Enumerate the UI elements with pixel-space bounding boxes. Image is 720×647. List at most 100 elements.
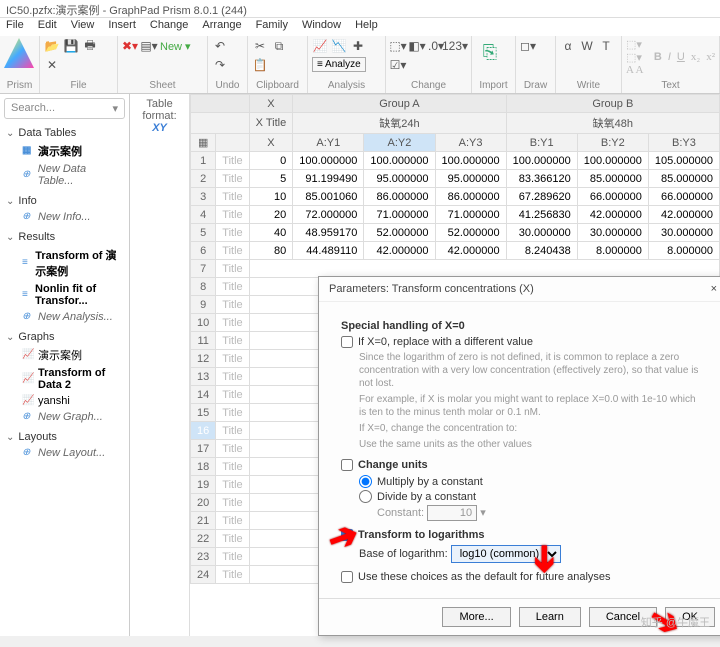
change4-icon[interactable]: 123▾ xyxy=(447,38,463,54)
sheet-icon[interactable]: ▤▾ xyxy=(141,38,157,54)
cb-default[interactable]: Use these choices as the default for fut… xyxy=(341,571,705,583)
base-label: Base of logarithm: xyxy=(359,548,448,560)
print-icon[interactable]: 🖶 xyxy=(82,38,98,54)
text-format-bar: ⬚▾ ⬚▾ A A B I U x₂ x² xyxy=(626,38,715,76)
chart3-icon[interactable]: ✚ xyxy=(350,38,366,54)
learn-button[interactable]: Learn xyxy=(519,607,581,627)
cb-transform-log[interactable]: Transform to logarithms xyxy=(341,529,705,541)
prism-logo-icon[interactable] xyxy=(4,38,34,68)
nav-new-analysis[interactable]: ⊕New Analysis... xyxy=(0,309,129,325)
paste-icon[interactable]: 📋 xyxy=(252,57,268,73)
col-by2[interactable]: B:Y2 xyxy=(577,134,648,152)
draw-icon[interactable]: ◻▾ xyxy=(520,38,536,54)
underline-button[interactable]: U xyxy=(677,51,685,63)
base-select[interactable]: log10 (common) xyxy=(451,545,561,563)
redo-icon[interactable]: ↷ xyxy=(212,57,228,73)
table-row[interactable]: 2Title591.19949095.00000095.00000083.366… xyxy=(191,170,720,188)
undo-icon[interactable]: ↶ xyxy=(212,38,228,54)
radio-divide[interactable]: Divide by a constant xyxy=(359,490,705,503)
write-alpha-icon[interactable]: α xyxy=(560,38,576,54)
nav-item-demo[interactable]: ▦演示案例 xyxy=(0,141,129,161)
col-ay1[interactable]: A:Y1 xyxy=(293,134,364,152)
cb-replace-x0[interactable]: If X=0, replace with a different value xyxy=(341,336,705,348)
table-row[interactable]: 6Title8044.48911042.00000042.0000008.240… xyxy=(191,242,720,260)
dialog-close-icon[interactable]: × xyxy=(711,283,717,295)
ribbon-label-change: Change xyxy=(390,80,467,91)
delete-sheet-icon[interactable]: ✖▾ xyxy=(122,38,138,54)
table-row[interactable]: 5Title4048.95917052.00000052.00000030.00… xyxy=(191,224,720,242)
menu-help[interactable]: Help xyxy=(355,19,378,35)
nav-item-nonlin[interactable]: ≡Nonlin fit of Transfor... xyxy=(0,281,129,309)
font-select[interactable]: ⬚▾ ⬚▾ A A xyxy=(626,38,648,76)
ribbon-label-file: File xyxy=(44,80,113,91)
menu-family[interactable]: Family xyxy=(256,19,288,35)
col-x[interactable]: X xyxy=(249,95,293,113)
search-dropdown-icon[interactable]: ▾ xyxy=(113,102,119,115)
write-t-icon[interactable]: T xyxy=(598,38,614,54)
nav-info[interactable]: Info xyxy=(0,193,129,209)
col-by3[interactable]: B:Y3 xyxy=(648,134,719,152)
sup-button[interactable]: x² xyxy=(706,51,715,63)
menu-change[interactable]: Change xyxy=(150,19,189,35)
nav-new-layout[interactable]: ⊕New Layout... xyxy=(0,445,129,461)
nav-results[interactable]: Results xyxy=(0,229,129,245)
menu-edit[interactable]: Edit xyxy=(38,19,57,35)
nav-item-transform[interactable]: ≡Transform of 演示案例 xyxy=(0,245,129,281)
corner-icon[interactable]: ▦ xyxy=(191,134,216,152)
table-row[interactable]: 3Title1085.00106086.00000086.00000067.28… xyxy=(191,188,720,206)
close-file-icon[interactable]: ✕ xyxy=(44,57,60,73)
nav-graphs[interactable]: Graphs xyxy=(0,329,129,345)
nav-new-info[interactable]: ⊕New Info... xyxy=(0,209,129,225)
search-input[interactable]: Search...▾ xyxy=(4,98,125,119)
change2-icon[interactable]: ◧▾ xyxy=(409,38,425,54)
write-w-icon[interactable]: W xyxy=(579,38,595,54)
table-format-label: Table format: xyxy=(134,98,185,122)
cut-icon[interactable]: ✂ xyxy=(252,38,268,54)
nav-graph-demo[interactable]: 📈演示案例 xyxy=(0,345,129,365)
col-group-b[interactable]: Group B xyxy=(506,95,719,113)
import-icon[interactable]: ⎘ xyxy=(476,38,504,66)
menu-file[interactable]: File xyxy=(6,19,24,35)
subtitle-b[interactable]: 缺氧48h xyxy=(506,113,719,134)
bold-button[interactable]: B xyxy=(654,51,662,63)
menu-arrange[interactable]: Arrange xyxy=(202,19,241,35)
change1-icon[interactable]: ⬚▾ xyxy=(390,38,406,54)
nav-data-tables[interactable]: Data Tables xyxy=(0,125,129,141)
col-x2[interactable]: X xyxy=(249,134,293,152)
new-sheet-button[interactable]: New ▾ xyxy=(160,40,191,53)
nav-layouts[interactable]: Layouts xyxy=(0,429,129,445)
change5-icon[interactable]: ☑▾ xyxy=(390,57,406,73)
chart2-icon[interactable]: 📉 xyxy=(331,38,347,54)
sub-button[interactable]: x₂ xyxy=(691,51,700,63)
table-row[interactable]: 1Title0100.000000100.000000100.000000100… xyxy=(191,152,720,170)
subtitle-a[interactable]: 缺氧24h xyxy=(293,113,506,134)
transform-dialog: Parameters: Transform concentrations (X)… xyxy=(318,276,720,636)
nav-new-data-table[interactable]: ⊕New Data Table... xyxy=(0,161,129,189)
open-icon[interactable]: 📂 xyxy=(44,38,60,54)
nav-graph-transform[interactable]: 📈Transform of Data 2 xyxy=(0,365,129,393)
table-row[interactable]: 7Title xyxy=(191,260,720,278)
menu-view[interactable]: View xyxy=(71,19,95,35)
chart1-icon[interactable]: 📈 xyxy=(312,38,328,54)
col-ay2[interactable]: A:Y2 xyxy=(364,134,435,152)
x-title[interactable]: X Title xyxy=(249,113,293,134)
more-button[interactable]: More... xyxy=(442,607,510,627)
nav-graph-yanshi[interactable]: 📈yanshi xyxy=(0,393,129,409)
col-group-a[interactable]: Group A xyxy=(293,95,506,113)
cb-change-units[interactable]: Change units xyxy=(341,459,705,471)
analyze-button[interactable]: ≡ Analyze xyxy=(312,57,366,72)
hint1: Since the logarithm of zero is not defin… xyxy=(359,351,705,390)
col-by1[interactable]: B:Y1 xyxy=(506,134,577,152)
save-icon[interactable]: 💾 xyxy=(63,38,79,54)
menu-insert[interactable]: Insert xyxy=(108,19,136,35)
table-row[interactable]: 4Title2072.00000071.00000071.00000041.25… xyxy=(191,206,720,224)
menu-window[interactable]: Window xyxy=(302,19,341,35)
italic-button[interactable]: I xyxy=(668,51,671,63)
nav-new-graph[interactable]: ⊕New Graph... xyxy=(0,409,129,425)
table-icon: ▦ xyxy=(22,145,34,157)
copy-icon[interactable]: ⧉ xyxy=(271,38,287,54)
constant-input[interactable] xyxy=(427,505,477,521)
table-format[interactable]: Table format: XY xyxy=(130,94,190,636)
radio-multiply[interactable]: Multiply by a constant xyxy=(359,475,705,488)
col-ay3[interactable]: A:Y3 xyxy=(435,134,506,152)
